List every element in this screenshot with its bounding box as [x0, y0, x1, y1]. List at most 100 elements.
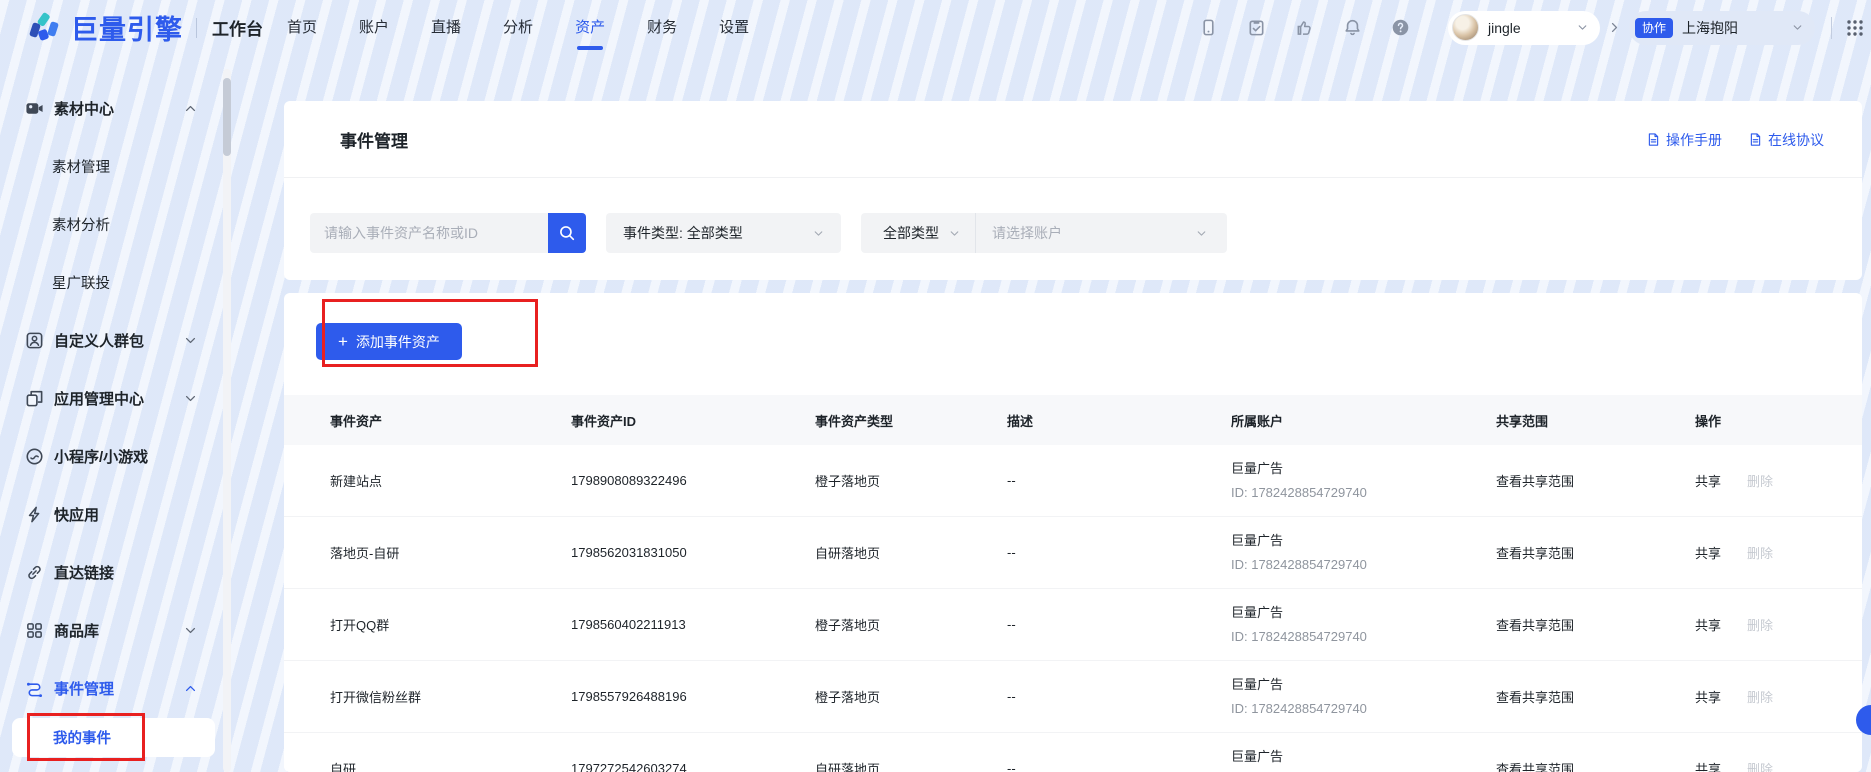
nav-item-live[interactable]: 直播: [431, 0, 461, 55]
sidebar-item-event-management[interactable]: 事件管理: [0, 659, 232, 717]
chevron-right-icon[interactable]: [1608, 21, 1621, 34]
sidebar-item-material-center[interactable]: 素材中心: [0, 79, 232, 137]
cell-actions: 共享 删除: [1695, 687, 1862, 706]
table-row: 新建站点 1798908089322496 橙子落地页 -- 巨量广告 ID: …: [284, 445, 1862, 517]
account-id: ID: 1782428854729740: [1231, 769, 1496, 772]
top-navbar: 巨量引擎 工作台 首页 账户 直播 分析 资产 财务 设置 jingle: [0, 0, 1871, 55]
sidebar-scrollbar-track[interactable]: [223, 69, 231, 772]
thumbs-up-icon[interactable]: [1295, 18, 1314, 37]
sidebar-item-label: 事件管理: [54, 678, 114, 699]
cell-name: 打开QQ群: [330, 615, 571, 634]
sidebar-item-my-events[interactable]: 我的事件: [12, 718, 215, 757]
org-role-badge: 协作: [1635, 18, 1673, 38]
page-header-card: 事件管理 操作手册 在线协议: [284, 101, 1862, 280]
bell-icon[interactable]: [1343, 18, 1362, 37]
cell-desc: --: [1007, 689, 1231, 704]
brand-logo[interactable]: 巨量引擎: [26, 8, 183, 47]
divider: [284, 177, 1862, 178]
chevron-up-icon: [184, 682, 197, 695]
account-select[interactable]: 请选择账户: [976, 213, 1227, 253]
view-share-scope-link[interactable]: 查看共享范围: [1496, 687, 1695, 706]
sidebar-item-label: 素材分析: [52, 214, 110, 235]
cell-id: 1798908089322496: [571, 473, 815, 488]
delete-action[interactable]: 删除: [1747, 687, 1773, 706]
table-row: 打开QQ群 1798560402211913 橙子落地页 -- 巨量广告 ID:…: [284, 589, 1862, 661]
share-action[interactable]: 共享: [1695, 471, 1721, 490]
manual-link[interactable]: 操作手册: [1646, 130, 1722, 150]
account-id: ID: 1782428854729740: [1231, 625, 1496, 649]
app-windows-icon: [25, 389, 44, 408]
cell-account: 巨量广告 ID: 1782428854729740: [1231, 673, 1496, 721]
view-share-scope-link[interactable]: 查看共享范围: [1496, 615, 1695, 634]
sidebar-item-quick-app[interactable]: 快应用: [0, 485, 232, 543]
workspace-label[interactable]: 工作台: [212, 15, 263, 40]
route-icon: [25, 679, 44, 698]
nav-item-settings[interactable]: 设置: [719, 0, 749, 55]
avatar: [1452, 14, 1479, 41]
cell-name: 落地页-自研: [330, 543, 571, 562]
view-share-scope-link[interactable]: 查看共享范围: [1496, 543, 1695, 562]
cell-type: 橙子落地页: [815, 471, 1007, 490]
sidebar-item-material-manage[interactable]: 素材管理: [0, 137, 232, 195]
sidebar-item-material-analysis[interactable]: 素材分析: [0, 195, 232, 253]
cell-desc: --: [1007, 617, 1231, 632]
cell-type: 自研落地页: [815, 543, 1007, 562]
link-label: 在线协议: [1768, 130, 1824, 150]
chevron-down-icon: [1577, 22, 1588, 33]
nav-right-cluster: jingle 协作 上海抱阳: [1170, 11, 1865, 45]
delete-action[interactable]: 删除: [1747, 615, 1773, 634]
help-icon[interactable]: [1391, 18, 1410, 37]
miniprogram-icon: [25, 447, 44, 466]
share-action[interactable]: 共享: [1695, 543, 1721, 562]
delete-action[interactable]: 删除: [1747, 759, 1773, 772]
sidebar-item-custom-audience[interactable]: 自定义人群包: [0, 311, 232, 369]
org-switcher[interactable]: 协作 上海抱阳: [1629, 11, 1815, 45]
search-box: [310, 213, 586, 253]
app-root: 巨量引擎 工作台 首页 账户 直播 分析 资产 财务 设置 jingle: [0, 0, 1871, 772]
cell-account: 巨量广告 ID: 1782428854729740: [1231, 601, 1496, 649]
sidebar-item-direct-link[interactable]: 直达链接: [0, 543, 232, 601]
cell-id: 1798562031831050: [571, 545, 815, 560]
col-share-scope: 共享范围: [1496, 411, 1695, 430]
button-label: 添加事件资产: [356, 332, 440, 352]
mobile-device-icon[interactable]: [1199, 18, 1218, 37]
org-name: 上海抱阳: [1682, 18, 1738, 38]
nav-item-analysis[interactable]: 分析: [503, 0, 533, 55]
add-event-asset-button[interactable]: + 添加事件资产: [316, 323, 462, 360]
sidebar-item-product-library[interactable]: 商品库: [0, 601, 232, 659]
search-button[interactable]: [548, 213, 586, 253]
share-action[interactable]: 共享: [1695, 615, 1721, 634]
sidebar-item-label: 应用管理中心: [54, 388, 144, 409]
sidebar-item-star-ad[interactable]: 星广联投: [0, 253, 232, 311]
document-icon: [1748, 132, 1763, 147]
nav-item-finance[interactable]: 财务: [647, 0, 677, 55]
link-icon: [25, 563, 44, 582]
col-owner-account: 所属账户: [1231, 411, 1496, 430]
agreement-link[interactable]: 在线协议: [1748, 130, 1824, 150]
share-action[interactable]: 共享: [1695, 759, 1721, 772]
account-name: 巨量广告: [1231, 601, 1496, 625]
col-event-asset-type: 事件资产类型: [815, 411, 1007, 430]
app-grid-icon[interactable]: [1845, 18, 1865, 38]
select-placeholder: 请选择账户: [992, 223, 1062, 243]
cell-actions: 共享 删除: [1695, 759, 1862, 772]
user-menu[interactable]: jingle: [1448, 11, 1600, 45]
sidebar-scrollbar-thumb[interactable]: [223, 78, 231, 156]
share-action[interactable]: 共享: [1695, 687, 1721, 706]
clipboard-check-icon[interactable]: [1247, 18, 1266, 37]
nav-item-assets[interactable]: 资产: [575, 0, 605, 55]
nav-item-account[interactable]: 账户: [359, 0, 389, 55]
table-row: 自研 1797272542603274 自研落地页 -- 巨量广告 ID: 17…: [284, 733, 1862, 772]
search-icon: [558, 224, 576, 242]
sidebar-item-app-management[interactable]: 应用管理中心: [0, 369, 232, 427]
search-input[interactable]: [310, 213, 548, 253]
delete-action[interactable]: 删除: [1747, 471, 1773, 490]
view-share-scope-link[interactable]: 查看共享范围: [1496, 759, 1695, 772]
nav-item-home[interactable]: 首页: [287, 0, 317, 55]
sidebar-item-miniprogram[interactable]: 小程序/小游戏: [0, 427, 232, 485]
account-type-select[interactable]: 全部类型: [861, 213, 975, 253]
delete-action[interactable]: 删除: [1747, 543, 1773, 562]
event-assets-card: + 添加事件资产 事件资产 事件资产ID 事件资产类型 描述 所属账户 共享范围…: [284, 293, 1862, 772]
event-type-select[interactable]: 事件类型: 全部类型: [606, 213, 841, 253]
view-share-scope-link[interactable]: 查看共享范围: [1496, 471, 1695, 490]
